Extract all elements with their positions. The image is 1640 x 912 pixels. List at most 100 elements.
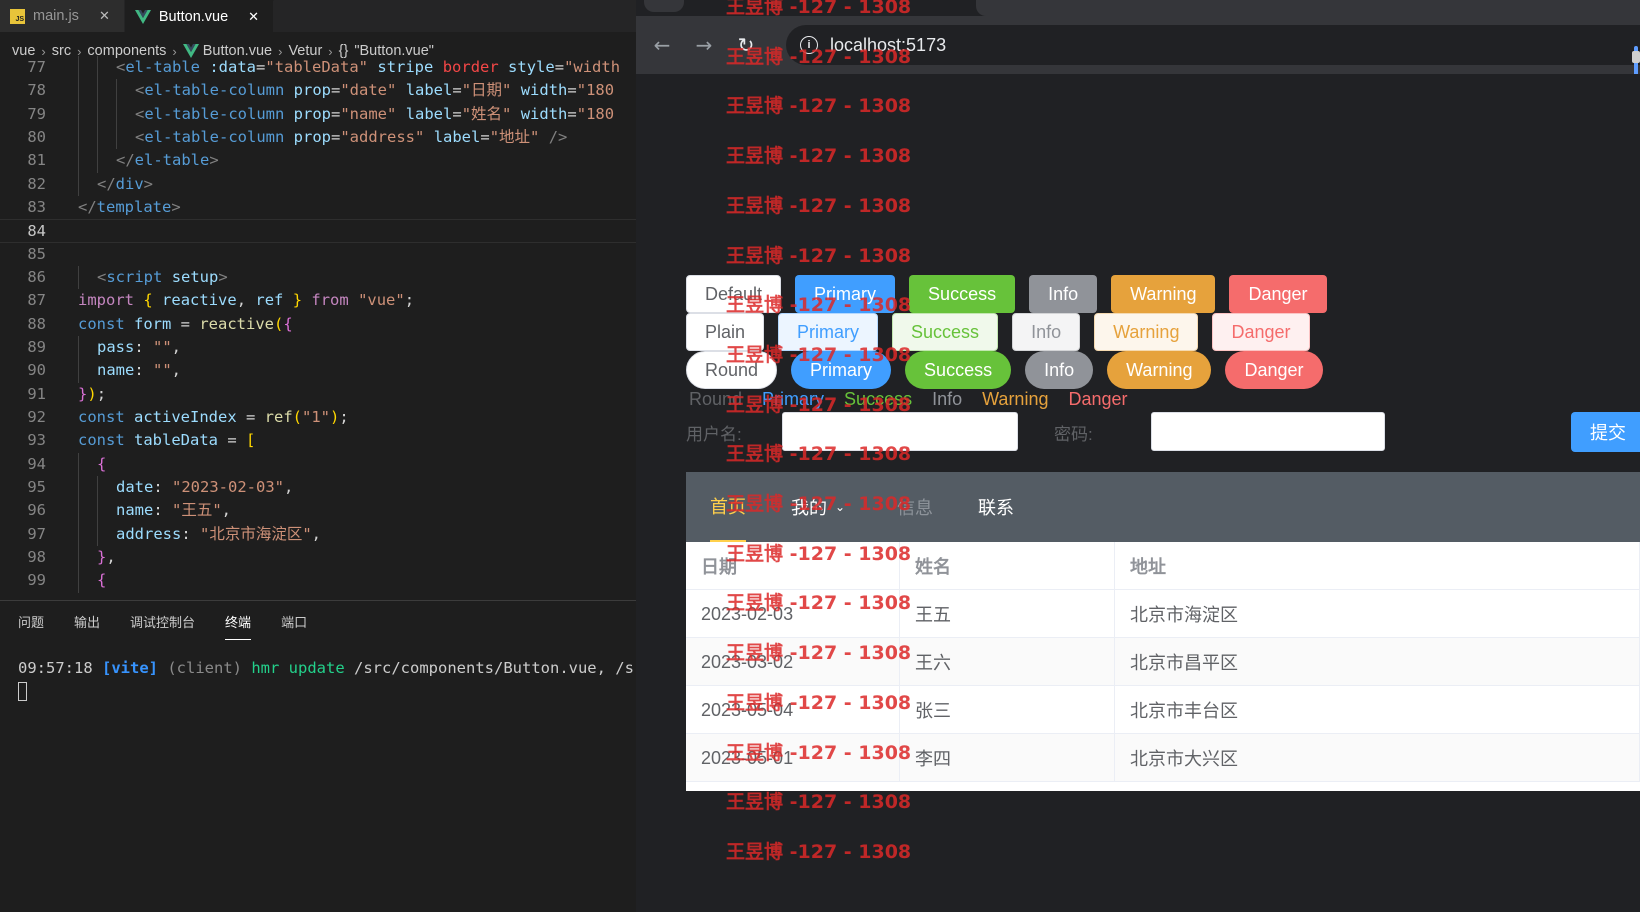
password-input[interactable] [1151,412,1385,451]
code-line[interactable]: 96 name: "王五", [0,499,636,523]
code-text: const activeIndex = ref("1"); [78,406,349,429]
code-line[interactable]: 86 <script setup> [0,265,636,290]
row2-primary-button[interactable]: Primary [778,313,879,351]
info-icon[interactable]: i [800,36,818,54]
code-line[interactable]: 89 pass: "", [0,335,636,360]
code-line[interactable]: 85 [0,243,636,266]
terminal-output[interactable]: 09:57:18 [vite] (client) hmr update /src… [18,659,636,677]
tab-debug-console[interactable]: 调试控制台 [130,608,195,635]
row3-default-button[interactable]: Round [686,351,778,389]
code-line[interactable]: 98}, [0,545,636,570]
text-default-button[interactable]: Round [689,389,742,410]
code-token: : [134,361,153,380]
back-arrow-icon[interactable]: ← [646,29,678,61]
tab-output[interactable]: 输出 [74,608,100,635]
code-line[interactable]: 80 <el-table-column prop="address" label=… [0,125,636,150]
menu-item-home[interactable]: 首页 [710,472,746,542]
row2-default-button[interactable]: Plain [686,313,765,351]
code-token: prop [293,104,331,123]
table-cell: 李四 [900,734,1115,782]
forward-arrow-icon[interactable]: → [688,29,720,61]
row1-info-button[interactable]: Info [1029,275,1098,313]
table-cell: 张三 [900,686,1115,734]
tab-problems[interactable]: 问题 [18,608,44,635]
indent-guide [78,569,79,593]
close-icon[interactable]: ✕ [99,8,110,24]
table-header-cell: 地址 [1115,542,1640,590]
menu-item-contact[interactable]: 联系 [978,472,1014,542]
row2-info-button[interactable]: Info [1012,313,1081,351]
row1-default-button[interactable]: Default [686,275,782,313]
row1-success-button[interactable]: Success [909,275,1016,313]
table-row[interactable]: 2023-02-03 王五 北京市海淀区 [686,590,1640,638]
code-line[interactable]: 99 { [0,569,636,593]
code-token: ; [339,407,349,426]
indent-guide [97,499,98,523]
url-text[interactable]: localhost:5173 [830,35,946,56]
code-text: pass: "", [97,336,181,359]
table-row[interactable]: 2023-03-02 王六 北京市昌平区 [686,638,1640,686]
code-token: el-table [134,151,210,170]
code-line[interactable]: 97 address: "北京市海淀区", [0,522,636,546]
code-token: : [153,477,172,496]
row1-primary-button[interactable]: Primary [795,275,896,313]
row3-warning-button[interactable]: Warning [1107,351,1212,389]
row3-primary-button[interactable]: Primary [791,351,892,389]
username-input[interactable] [782,412,1018,451]
code-line[interactable]: 92 const activeIndex = ref("1"); [0,406,636,429]
code-line[interactable]: 77 <el-table :data="tableData" stripe bor… [0,56,636,80]
tab-ports[interactable]: 端口 [281,608,307,635]
scrollbar-handle[interactable] [1632,51,1640,63]
tab-main-js[interactable]: JS main.js ✕ [0,0,125,32]
menu-item-info: 信息 [897,472,933,542]
code-line[interactable]: 83 </template> [0,196,636,219]
row2-success-button[interactable]: Success [892,313,999,351]
row1-danger-button[interactable]: Danger [1229,275,1327,313]
table-row[interactable]: 2023-05-01 李四 北京市大兴区 [686,734,1640,782]
row3-danger-button[interactable]: Danger [1225,351,1323,389]
row1-warning-button[interactable]: Warning [1111,275,1216,313]
browser-tab[interactable] [644,0,684,12]
close-icon[interactable]: ✕ [248,9,259,25]
menu-item-mine[interactable]: 我的 ⌄ [791,472,845,542]
code-line[interactable]: 78 <el-table-column prop="date" label="日期… [0,79,636,103]
code-line[interactable]: 88 const form = reactive({ [0,313,636,336]
terminal-client: (client) [167,659,242,677]
login-form: 用户名: 密码: 提交 [686,412,1640,452]
text-success-button[interactable]: Success [844,389,912,410]
code-line[interactable]: 93 const tableData = [ [0,429,636,452]
code-line[interactable]: 84 [0,219,636,243]
browser-tab[interactable] [976,0,1640,16]
text-warning-button[interactable]: Warning [982,389,1048,410]
code-line[interactable]: 82 </div> [0,172,636,196]
text-danger-button[interactable]: Danger [1068,389,1127,410]
code-token: ( [292,407,303,426]
reload-icon[interactable]: ↻ [730,29,762,61]
address-bar[interactable]: i localhost:5173 [786,25,1640,65]
code-line[interactable]: 95 date: "2023-02-03", [0,475,636,500]
code-token: "180 [576,81,615,100]
indent-guide [97,79,98,103]
code-line[interactable]: 91}); [0,383,636,406]
code-token: div [115,174,144,193]
code-line[interactable]: 94 { [0,452,636,476]
code-line[interactable]: 87 import { reactive, ref } from "vue"; [0,289,636,312]
code-text: }); [78,383,106,406]
code-line[interactable]: 90 name: "", [0,359,636,383]
text-info-button[interactable]: Info [932,389,962,410]
tab-button-vue[interactable]: Button.vue ✕ [124,0,275,32]
tab-terminal[interactable]: 终端 [225,608,252,640]
row3-success-button[interactable]: Success [905,351,1012,389]
code-line[interactable]: 81 </el-table> [0,149,636,173]
row3-info-button[interactable]: Info [1025,351,1094,389]
text-primary-button[interactable]: Primary [762,389,824,410]
code-area[interactable]: 77 <el-table :data="tableData" stripe bor… [0,56,636,600]
row2-warning-button[interactable]: Warning [1094,313,1199,351]
code-token: prop [293,127,331,146]
code-line[interactable]: 79 <el-table-column prop="name" label="姓名… [0,102,636,126]
table-row[interactable]: 2023-05-04 张三 北京市丰台区 [686,686,1640,734]
submit-button[interactable]: 提交 [1571,412,1640,452]
row2-danger-button[interactable]: Danger [1212,313,1310,351]
indent-guide [116,79,117,103]
